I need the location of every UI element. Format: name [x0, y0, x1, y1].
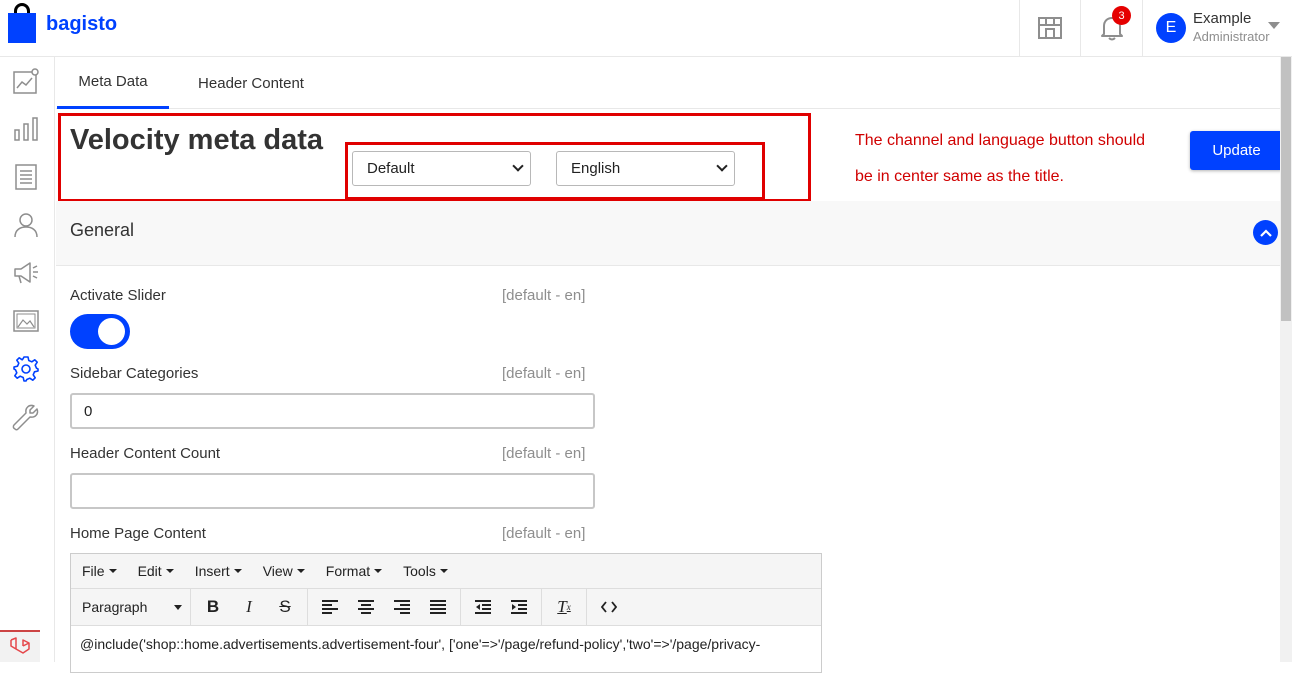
align-center-icon[interactable] — [348, 592, 384, 622]
customers-icon — [14, 213, 38, 238]
home-page-content-label: Home Page Content — [70, 525, 206, 542]
editor-menubar: File Edit Insert View Format Tools — [71, 554, 821, 589]
sidebar-item-dashboard[interactable] — [12, 67, 40, 95]
menu-view[interactable]: View — [263, 563, 305, 579]
rich-text-editor: File Edit Insert View Format Tools Parag… — [70, 553, 822, 673]
avatar: E — [1156, 13, 1186, 43]
scrollbar-thumb[interactable] — [1281, 57, 1291, 321]
brand-name: bagisto — [46, 12, 118, 35]
storefront-button[interactable] — [1019, 0, 1080, 56]
sidebar-item-reports[interactable] — [12, 115, 40, 143]
menu-edit[interactable]: Edit — [138, 563, 174, 579]
user-menu[interactable]: E Example Administrator — [1142, 0, 1292, 56]
bag-logo-icon — [6, 2, 38, 44]
reports-icon — [14, 117, 38, 141]
marketing-icon — [14, 262, 38, 284]
section-title: General — [70, 220, 135, 240]
menu-file[interactable]: File — [82, 563, 117, 579]
sidebar-item-tools[interactable] — [12, 403, 40, 431]
sidebar-item-cms[interactable] — [12, 307, 40, 335]
editor-toolbar: Paragraph B I S T x — [71, 588, 821, 626]
menu-tools[interactable]: Tools — [403, 563, 448, 579]
sidebar-item-catalog[interactable] — [12, 163, 40, 191]
menu-format[interactable]: Format — [326, 563, 383, 579]
italic-icon[interactable]: I — [231, 592, 267, 622]
page-scrollbar[interactable] — [1280, 57, 1292, 662]
wrench-icon — [12, 404, 39, 431]
strikethrough-icon[interactable]: S — [267, 592, 303, 622]
chevron-down-icon — [174, 604, 182, 610]
paragraph-format-select[interactable]: Paragraph — [71, 588, 191, 626]
user-role: Administrator — [1193, 29, 1270, 44]
sidebar-categories-label: Sidebar Categories — [70, 365, 199, 382]
notifications-button[interactable]: 3 — [1080, 0, 1142, 56]
tab-bar: Meta Data Header Content — [56, 57, 1280, 109]
sidebar-categories-input[interactable]: 0 — [70, 393, 595, 429]
clear-formatting-icon[interactable]: Tx — [546, 592, 582, 622]
sidebar-item-marketing[interactable] — [12, 259, 40, 287]
annotation-text-line2: be in center same as the title. — [855, 168, 1064, 185]
section-general-header[interactable]: General — [56, 201, 1280, 266]
align-right-icon[interactable] — [384, 592, 420, 622]
activate-slider-toggle[interactable] — [70, 314, 130, 349]
outdent-icon[interactable] — [465, 592, 501, 622]
sidebar — [0, 57, 55, 662]
align-left-icon[interactable] — [312, 592, 348, 622]
notification-count-badge: 3 — [1112, 6, 1131, 25]
laravel-logo — [0, 630, 40, 662]
annotation-box-selectors — [345, 142, 765, 200]
editor-content-area[interactable]: @include('shop::home.advertisements.adve… — [71, 626, 821, 662]
top-bar: bagisto 3 E Example Administrator — [0, 0, 1292, 57]
sidebar-item-settings[interactable] — [12, 355, 40, 383]
annotation-text-line1: The channel and language button should — [855, 132, 1146, 149]
logo[interactable]: bagisto — [6, 2, 117, 44]
header-content-count-scope: [default - en] — [502, 445, 586, 462]
update-button[interactable]: Update — [1190, 131, 1283, 170]
header-content-count-label: Header Content Count — [70, 445, 221, 462]
align-justify-icon[interactable] — [420, 592, 456, 622]
activate-slider-label: Activate Slider — [70, 287, 166, 304]
gear-icon — [13, 356, 39, 382]
user-name: Example — [1193, 10, 1252, 27]
dashboard-icon — [13, 68, 39, 94]
sidebar-categories-value: 0 — [84, 402, 93, 420]
bold-icon[interactable]: B — [195, 592, 231, 622]
menu-insert[interactable]: Insert — [195, 563, 242, 579]
indent-icon[interactable] — [501, 592, 537, 622]
laravel-icon — [10, 637, 30, 654]
store-icon — [1038, 17, 1062, 39]
catalog-icon — [15, 164, 37, 190]
home-page-content-scope: [default - en] — [502, 525, 586, 542]
cms-icon — [13, 310, 39, 332]
activate-slider-scope: [default - en] — [502, 287, 586, 304]
sidebar-categories-scope: [default - en] — [502, 365, 586, 382]
sidebar-item-customers[interactable] — [12, 211, 40, 239]
chevron-up-icon[interactable] — [1253, 220, 1278, 245]
source-code-icon[interactable] — [591, 592, 627, 622]
tab-header-content[interactable]: Header Content — [184, 57, 318, 109]
tab-meta-data[interactable]: Meta Data — [57, 57, 169, 109]
header-content-count-input[interactable] — [70, 473, 595, 509]
chevron-down-icon — [1268, 22, 1280, 29]
